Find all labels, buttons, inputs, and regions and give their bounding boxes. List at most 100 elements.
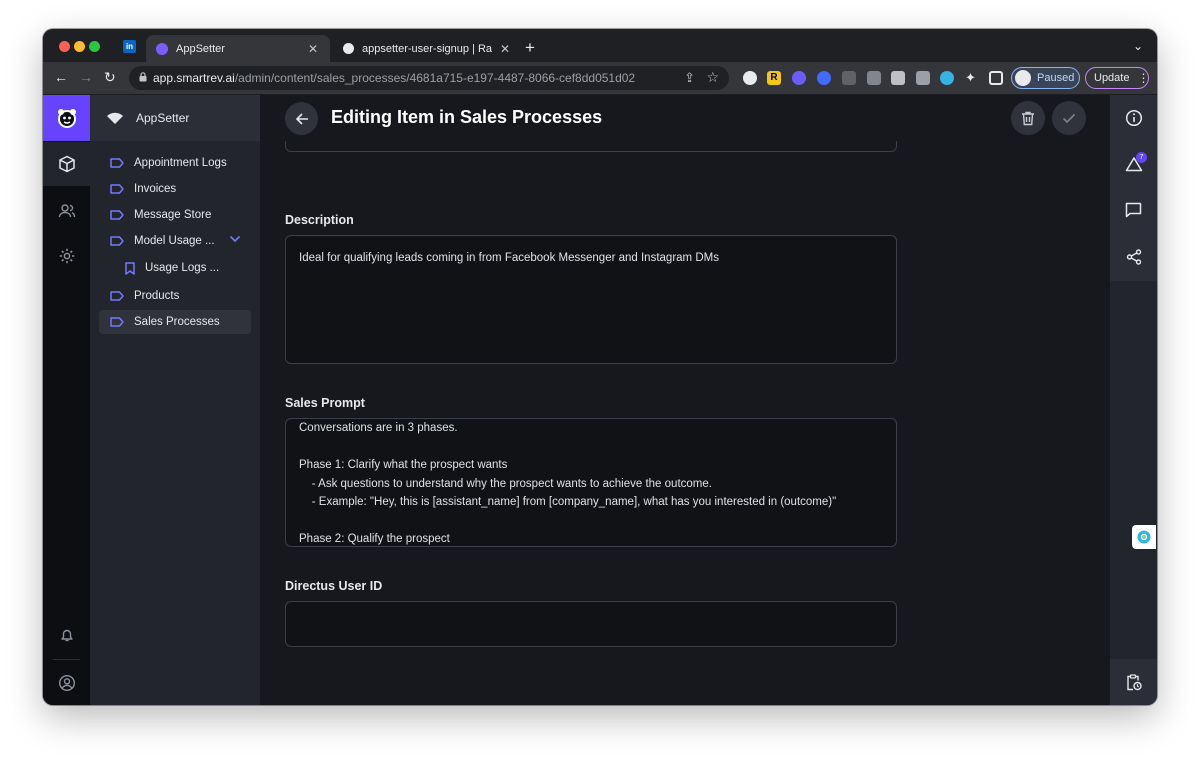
nav-item-label: Appointment Logs bbox=[134, 157, 227, 169]
extensions-puzzle-icon[interactable]: ✦ bbox=[965, 71, 979, 85]
label-icon bbox=[110, 317, 124, 327]
minimize-window-button[interactable] bbox=[74, 41, 85, 52]
update-button[interactable]: Update ⋮ bbox=[1085, 67, 1149, 89]
information-button[interactable] bbox=[1110, 96, 1157, 140]
profile-status: Paused bbox=[1037, 72, 1075, 84]
nav-item-model-usage[interactable]: Model Usage ... bbox=[99, 229, 251, 253]
extension-list-icon[interactable] bbox=[842, 71, 856, 85]
settings-module-button[interactable] bbox=[43, 234, 90, 278]
extension-contact-icon[interactable] bbox=[891, 71, 905, 85]
description-label: Description bbox=[285, 213, 354, 227]
lock-icon bbox=[139, 72, 147, 82]
extension-close-icon[interactable] bbox=[916, 71, 930, 85]
notifications-button[interactable] bbox=[43, 613, 90, 657]
nav-item-sales-processes[interactable]: Sales Processes bbox=[99, 310, 251, 334]
gear-icon bbox=[59, 248, 74, 264]
side-panel-icon[interactable] bbox=[989, 71, 1003, 85]
cube-icon bbox=[58, 155, 75, 173]
save-button[interactable] bbox=[1052, 101, 1086, 135]
delete-button[interactable] bbox=[1011, 101, 1045, 135]
back-button[interactable] bbox=[285, 102, 318, 135]
profile-paused-button[interactable]: Paused bbox=[1011, 67, 1080, 89]
sales-prompt-textarea[interactable]: Conversations are in 3 phases. Phase 1: … bbox=[285, 418, 897, 547]
share-icon[interactable]: ⇪ bbox=[684, 70, 695, 86]
label-icon bbox=[110, 236, 124, 246]
main-content: Editing Item in Sales Processes Descript… bbox=[260, 95, 1110, 705]
url-text: app.smartrev.ai/admin/content/sales_proc… bbox=[153, 71, 635, 85]
browser-window: in AppSetter ✕ appsetter-user-signup | R… bbox=[43, 29, 1157, 705]
extension-chrome-icon[interactable] bbox=[743, 71, 757, 85]
nav-item-label: Model Usage ... bbox=[134, 235, 215, 247]
project-header[interactable]: AppSetter bbox=[90, 95, 260, 141]
railway-favicon-icon bbox=[343, 43, 354, 54]
navigation-panel: AppSetter Appointment Logs Invoices Mess… bbox=[90, 95, 260, 705]
comment-icon bbox=[1125, 202, 1142, 218]
close-tab-icon[interactable]: ✕ bbox=[308, 42, 318, 56]
extension-gear-icon[interactable] bbox=[792, 71, 806, 85]
extension-translate-icon[interactable] bbox=[867, 71, 881, 85]
bookmark-star-icon[interactable]: ☆ bbox=[706, 69, 719, 86]
reload-icon[interactable]: ↻ bbox=[104, 69, 116, 86]
shortcuts-button[interactable] bbox=[1110, 659, 1157, 705]
description-input[interactable]: Ideal for qualifying leads coming in fro… bbox=[285, 235, 897, 364]
tab-title: AppSetter bbox=[176, 42, 225, 55]
app-logo[interactable] bbox=[43, 95, 90, 141]
chevron-down-icon[interactable] bbox=[229, 235, 241, 243]
close-tab-icon[interactable]: ✕ bbox=[500, 42, 510, 56]
users-icon bbox=[58, 204, 75, 218]
trash-icon bbox=[1022, 111, 1034, 125]
comments-button[interactable] bbox=[1110, 188, 1157, 232]
nav-item-products[interactable]: Products bbox=[99, 284, 251, 308]
url-host: app.smartrev.ai bbox=[153, 71, 235, 85]
tab-appsetter[interactable]: AppSetter ✕ bbox=[146, 35, 330, 62]
shares-button[interactable] bbox=[1110, 235, 1157, 279]
directus-user-id-input[interactable] bbox=[285, 601, 897, 647]
nav-item-label: Invoices bbox=[134, 183, 177, 195]
share-icon bbox=[1126, 249, 1141, 265]
sidebar-right: 7 bbox=[1110, 95, 1157, 705]
nav-item-usage-logs[interactable]: Usage Logs ... bbox=[99, 256, 251, 280]
users-module-button[interactable] bbox=[43, 189, 90, 233]
content-module-button[interactable] bbox=[43, 142, 90, 186]
zoom-window-button[interactable] bbox=[89, 41, 100, 52]
directus-app: AppSetter Appointment Logs Invoices Mess… bbox=[43, 95, 1157, 705]
nav-item-invoices[interactable]: Invoices bbox=[99, 177, 251, 201]
tab-title: appsetter-user-signup | Railw bbox=[362, 42, 492, 55]
label-icon bbox=[110, 184, 124, 194]
tab-strip: in AppSetter ✕ appsetter-user-signup | R… bbox=[43, 29, 1157, 62]
page-header: Editing Item in Sales Processes bbox=[260, 95, 1110, 141]
address-bar[interactable]: app.smartrev.ai/admin/content/sales_proc… bbox=[129, 66, 729, 90]
url-path: /admin/content/sales_processes/4681a715-… bbox=[234, 71, 636, 85]
check-icon bbox=[1062, 113, 1076, 123]
tab-search-chevron-icon[interactable]: ⌄ bbox=[1133, 39, 1143, 53]
revisions-button[interactable]: 7 bbox=[1110, 142, 1157, 186]
extension-avatar-icon[interactable] bbox=[817, 71, 831, 85]
back-arrow-icon[interactable]: ← bbox=[54, 69, 68, 85]
arrow-left-icon bbox=[295, 112, 308, 125]
tab-railway[interactable]: appsetter-user-signup | Railw ✕ bbox=[333, 35, 515, 62]
description-value: Ideal for qualifying leads coming in fro… bbox=[299, 252, 719, 264]
close-window-button[interactable] bbox=[59, 41, 70, 52]
floating-assistant-button[interactable] bbox=[1132, 525, 1156, 549]
linkedin-pinned-tab[interactable]: in bbox=[123, 40, 136, 53]
new-tab-button[interactable]: + bbox=[525, 38, 535, 58]
account-circle-icon bbox=[58, 674, 75, 692]
nav-item-appointment-logs[interactable]: Appointment Logs bbox=[99, 151, 251, 175]
extension-r-icon[interactable]: R bbox=[767, 71, 781, 85]
user-profile-button[interactable] bbox=[43, 661, 90, 705]
forward-arrow-icon[interactable]: → bbox=[79, 69, 93, 85]
bookmark-icon bbox=[125, 261, 135, 275]
module-bar bbox=[43, 95, 90, 705]
nav-item-message-store[interactable]: Message Store bbox=[99, 203, 251, 227]
clipboard-clock-icon bbox=[1126, 673, 1142, 690]
nav-item-label: Sales Processes bbox=[134, 316, 220, 328]
extension-chat-icon[interactable] bbox=[940, 71, 954, 85]
nav-item-label: Message Store bbox=[134, 209, 212, 221]
bell-icon bbox=[60, 629, 73, 642]
page-title: Editing Item in Sales Processes bbox=[331, 107, 603, 127]
label-icon bbox=[110, 158, 124, 168]
bear-logo-icon bbox=[57, 109, 76, 128]
menu-dots-icon[interactable]: ⋮ bbox=[1137, 71, 1149, 85]
project-name: AppSetter bbox=[136, 111, 190, 125]
sales-prompt-label: Sales Prompt bbox=[285, 396, 365, 410]
